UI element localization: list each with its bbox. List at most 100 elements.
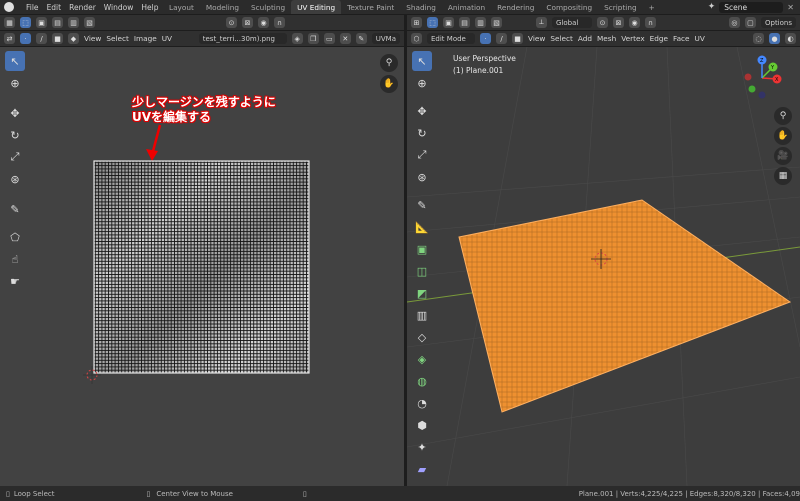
move-tool-icon[interactable]: ✥ <box>5 103 25 123</box>
editor-type-icon[interactable]: ▦ <box>4 17 15 28</box>
tab-sculpting[interactable]: Sculpting <box>245 0 291 14</box>
uv-menu-image[interactable]: Image <box>134 34 157 43</box>
rotate-tool-icon[interactable]: ↻ <box>5 125 25 145</box>
orientation-icon[interactable]: ⟂ <box>536 17 547 28</box>
uv-menu-uv[interactable]: UV <box>162 34 172 43</box>
bevel-tool-icon[interactable]: ◩ <box>412 283 432 303</box>
tab-compositing[interactable]: Compositing <box>540 0 598 14</box>
tab-layout[interactable]: Layout <box>163 0 200 14</box>
select-subtract-icon[interactable]: ▥ <box>68 17 79 28</box>
vp-move-tool-icon[interactable]: ✥ <box>412 101 432 121</box>
options-dropdown[interactable]: Options <box>760 17 796 28</box>
viewport-select-tool-icon[interactable]: ⬚ <box>427 17 438 28</box>
viewport-select-subtract-icon[interactable]: ▥ <box>475 17 486 28</box>
tab-rendering[interactable]: Rendering <box>491 0 540 14</box>
viewport-select-mode-icon[interactable]: ▣ <box>443 17 454 28</box>
inset-tool-icon[interactable]: ◫ <box>412 261 432 281</box>
tab-scripting[interactable]: Scripting <box>598 0 642 14</box>
cursor-tool-icon[interactable]: ⊕ <box>5 73 25 93</box>
image-folder-icon[interactable]: ▭ <box>323 33 335 44</box>
menu-edit[interactable]: Edit <box>47 3 62 12</box>
edge-select-icon[interactable]: / <box>36 33 47 44</box>
mode-dropdown[interactable]: Edit Mode <box>427 33 475 44</box>
vp-select-box-tool-icon[interactable]: ↖ <box>412 51 432 71</box>
view-object-types-icon[interactable]: ◎ <box>728 17 740 28</box>
tab-modeling[interactable]: Modeling <box>200 0 245 14</box>
uv-menu-select[interactable]: Select <box>106 34 129 43</box>
viewport-select-extend-icon[interactable]: ▤ <box>459 17 470 28</box>
add-workspace-button[interactable]: + <box>643 0 661 14</box>
loop-cut-tool-icon[interactable]: ▥ <box>412 305 432 325</box>
annotate-tool-icon[interactable]: ✎ <box>5 199 25 219</box>
uvmap-selector[interactable]: UVMa <box>371 33 400 44</box>
viewport-menu-mesh[interactable]: Mesh <box>597 34 616 43</box>
edge-mode-icon[interactable]: / <box>496 33 507 44</box>
vp-pan-icon[interactable]: ✋ <box>774 127 792 145</box>
viewport-editor-type-icon[interactable]: ⊞ <box>411 17 422 28</box>
menu-render[interactable]: Render <box>69 3 96 12</box>
shading-material-icon[interactable]: ◐ <box>785 33 796 44</box>
camera-view-icon[interactable]: 🎥 <box>774 147 792 165</box>
poly-build-tool-icon[interactable]: ◈ <box>412 349 432 369</box>
viewport-menu-add[interactable]: Add <box>578 34 592 43</box>
select-box-tool-icon[interactable]: ↖ <box>5 51 25 71</box>
falloff-icon[interactable]: ∩ <box>274 17 285 28</box>
uv-editor-area[interactable]: ↖ ⊕ ✥ ↻ ⤢ ⊛ ✎ ⬠ ☝ ☛ ⚲ ✋ 少しマージンを残すように UVを… <box>0 47 404 486</box>
tab-uv-editing[interactable]: UV Editing <box>291 0 342 14</box>
tab-animation[interactable]: Animation <box>442 0 491 14</box>
menu-file[interactable]: File <box>26 3 39 12</box>
grab-tool-icon[interactable]: ☝ <box>5 249 25 269</box>
snap-toggle-icon[interactable]: ⊠ <box>613 17 624 28</box>
uv-zoom-icon[interactable]: ⚲ <box>380 54 398 72</box>
snap-icon[interactable]: ⊠ <box>242 17 253 28</box>
orientation-dropdown[interactable]: Global <box>552 17 592 28</box>
scale-tool-icon[interactable]: ⤢ <box>5 147 25 167</box>
knife-tool-icon[interactable]: ◇ <box>412 327 432 347</box>
area-divider[interactable] <box>404 15 407 486</box>
pivot-icon[interactable]: ⊙ <box>226 17 237 28</box>
image-copy-icon[interactable]: ❐ <box>307 33 319 44</box>
scene-close-icon[interactable]: ✕ <box>787 3 794 12</box>
rip-tool-icon[interactable]: ⬠ <box>5 227 25 247</box>
viewport-menu-vertex[interactable]: Vertex <box>621 34 644 43</box>
face-mode-icon[interactable]: ■ <box>512 33 523 44</box>
pin-icon[interactable]: ✎ <box>355 33 367 44</box>
uv-pan-icon[interactable]: ✋ <box>380 75 398 93</box>
face-select-icon[interactable]: ■ <box>52 33 63 44</box>
extrude-tool-icon[interactable]: ▣ <box>412 239 432 259</box>
tab-texture-paint[interactable]: Texture Paint <box>341 0 400 14</box>
vp-cursor-tool-icon[interactable]: ⊕ <box>412 73 432 93</box>
xray-icon[interactable]: ▢ <box>744 17 756 28</box>
menu-help[interactable]: Help <box>141 3 158 12</box>
perspective-toggle-icon[interactable]: ▦ <box>774 167 792 185</box>
vp-rotate-tool-icon[interactable]: ↻ <box>412 123 432 143</box>
vp-annotate-tool-icon[interactable]: ✎ <box>412 195 432 215</box>
uv-menu-view[interactable]: View <box>84 34 101 43</box>
vp-zoom-icon[interactable]: ⚲ <box>774 107 792 125</box>
island-select-icon[interactable]: ◆ <box>68 33 79 44</box>
scene-name-field[interactable]: Scene <box>719 1 784 13</box>
shrink-tool-icon[interactable]: ✦ <box>412 437 432 457</box>
select-invert-icon[interactable]: ▧ <box>84 17 95 28</box>
select-tool-icon[interactable]: ⬚ <box>20 17 31 28</box>
edge-slide-tool-icon[interactable]: ⬢ <box>412 415 432 435</box>
viewport-menu-uv[interactable]: UV <box>695 34 705 43</box>
viewport-menu-face[interactable]: Face <box>673 34 690 43</box>
uv-sync-icon[interactable]: ⇄ <box>4 33 15 44</box>
proportional-edit-icon[interactable]: ◉ <box>629 17 640 28</box>
viewport-menu-view[interactable]: View <box>528 34 545 43</box>
uv-mesh[interactable] <box>92 159 312 377</box>
vp-measure-tool-icon[interactable]: 📐 <box>412 217 432 237</box>
shading-solid-icon[interactable]: ● <box>769 33 780 44</box>
vp-transform-tool-icon[interactable]: ⊛ <box>412 167 432 187</box>
image-close-icon[interactable]: ✕ <box>339 33 351 44</box>
viewport-select-invert-icon[interactable]: ▧ <box>491 17 502 28</box>
pivot-point-icon[interactable]: ⊙ <box>597 17 608 28</box>
vertex-mode-icon[interactable]: · <box>480 33 491 44</box>
proportional-icon[interactable]: ◉ <box>258 17 269 28</box>
viewport-area[interactable]: User Perspective (1) Plane.001 ↖ ⊕ ✥ ↻ ⤢… <box>407 47 800 498</box>
viewport-menu-select[interactable]: Select <box>550 34 573 43</box>
tab-shading[interactable]: Shading <box>400 0 442 14</box>
smooth-tool-icon[interactable]: ◔ <box>412 393 432 413</box>
shading-wire-icon[interactable]: ◌ <box>753 33 764 44</box>
